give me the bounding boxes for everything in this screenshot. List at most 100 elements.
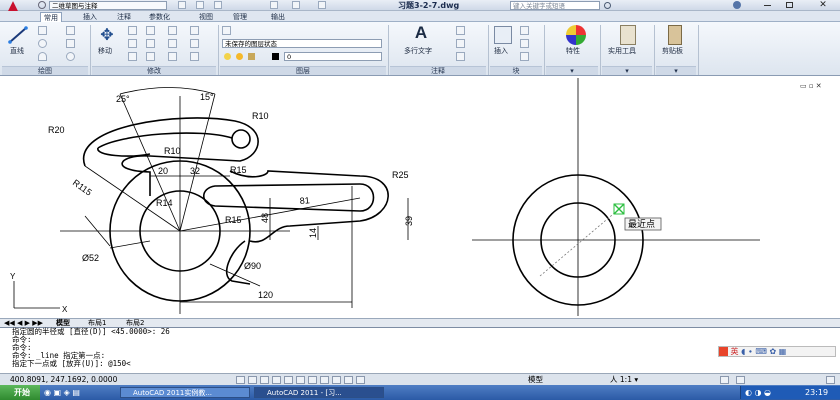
tray-icons[interactable]: ◐ ◑ ◒ — [745, 387, 771, 398]
lock-icon[interactable] — [248, 53, 255, 60]
utilities-panel-arrow[interactable]: ▾ — [602, 66, 652, 75]
tab-output[interactable]: 输出 — [268, 12, 288, 22]
tab-manage[interactable]: 管理 — [230, 12, 250, 22]
erase-icon[interactable] — [168, 52, 177, 61]
insert-label[interactable]: 插入 — [494, 46, 508, 56]
properties-label[interactable]: 特性 — [566, 46, 580, 56]
lightbulb-icon[interactable] — [224, 53, 231, 60]
text-style-icon[interactable] — [456, 26, 465, 35]
tab-layout1[interactable]: 布局1 — [88, 319, 106, 327]
help-icon[interactable] — [733, 1, 741, 9]
draw-panel-label[interactable]: 绘图 — [2, 66, 88, 75]
move-icon[interactable]: ✥ — [98, 26, 116, 44]
tab-insert[interactable]: 插入 — [80, 12, 100, 22]
layer-properties-icon[interactable] — [222, 26, 231, 35]
properties-panel-arrow[interactable]: ▾ — [546, 66, 598, 75]
plot-icon[interactable] — [318, 1, 326, 9]
workspace-dropdown[interactable]: 二维草图与注释 — [49, 1, 167, 10]
tab-layout2[interactable]: 布局2 — [126, 319, 144, 327]
start-button[interactable]: 开始 — [0, 385, 40, 400]
command-window[interactable]: 指定圆的半径或 [直径(D)] <45.0000>: 26 命令: 命令: 命令… — [0, 327, 840, 373]
rotate-icon[interactable] — [128, 26, 137, 35]
polyline-icon[interactable] — [38, 26, 47, 35]
clipboard-label[interactable]: 剪贴板 — [662, 46, 683, 56]
offset-icon[interactable] — [190, 39, 199, 48]
undo-icon[interactable] — [270, 1, 278, 9]
sc-toggle[interactable] — [356, 376, 365, 384]
minimize-button[interactable] — [764, 5, 771, 6]
search-input[interactable]: 键入关键字或短语 — [510, 1, 600, 10]
clipboard-panel-arrow[interactable]: ▾ — [656, 66, 696, 75]
ortho-toggle[interactable] — [260, 376, 269, 384]
tab-nav-icons[interactable]: ◀◀ ◀ ▶ ▶▶ — [4, 319, 43, 327]
quick-access-icons[interactable] — [172, 1, 342, 9]
hatch-icon[interactable] — [66, 39, 75, 48]
copy-icon[interactable] — [128, 39, 137, 48]
ime-logo-icon[interactable] — [719, 347, 728, 356]
tab-annotate[interactable]: 注释 — [114, 12, 134, 22]
dyn-toggle[interactable] — [320, 376, 329, 384]
open-icon[interactable] — [196, 1, 204, 9]
mtext-icon[interactable]: A — [412, 24, 430, 42]
leader-icon[interactable] — [456, 52, 465, 61]
search-icon[interactable] — [604, 2, 611, 9]
mtext-label[interactable]: 多行文字 — [404, 46, 432, 56]
block-panel-label[interactable]: 块 — [490, 66, 542, 75]
tab-parametric[interactable]: 参数化 — [146, 12, 173, 22]
drawing-canvas[interactable]: ▭ ▫ ✕ 最近点 25° 15° R10 R20 R10 R115 20 32… — [0, 76, 840, 318]
ime-extra-icons[interactable]: ◖ ∙ ⌨ ✿ ▦ — [741, 347, 786, 356]
utilities-label[interactable]: 实用工具 — [608, 46, 636, 56]
lwt-toggle[interactable] — [332, 376, 341, 384]
close-button[interactable]: ✕ — [808, 0, 838, 10]
create-block-icon[interactable] — [520, 26, 529, 35]
tab-view[interactable]: 视图 — [196, 12, 216, 22]
grid-toggle[interactable] — [248, 376, 257, 384]
dimension-icon[interactable] — [456, 39, 465, 48]
mirror-icon[interactable] — [146, 26, 155, 35]
otrack-toggle[interactable] — [296, 376, 305, 384]
layers-panel-label[interactable]: 图层 — [220, 66, 386, 75]
fillet-icon[interactable] — [146, 39, 155, 48]
stretch-icon[interactable] — [128, 52, 137, 61]
circle-icon[interactable] — [38, 39, 47, 48]
tab-home[interactable]: 常用 — [40, 12, 62, 22]
quick-launch-icons[interactable]: ◉ ▣ ◈ ▤ — [44, 388, 104, 397]
trim-icon[interactable] — [168, 26, 177, 35]
drawing-svg[interactable]: 最近点 25° 15° R10 R20 R10 R115 20 32 R15 R… — [0, 76, 840, 318]
ducs-toggle[interactable] — [308, 376, 317, 384]
edit-block-icon[interactable] — [520, 39, 529, 48]
ime-mode[interactable]: 英 — [731, 347, 739, 356]
clean-screen-icon[interactable] — [826, 376, 835, 384]
annotation-scale[interactable]: 人 1:1 ▾ — [610, 375, 638, 385]
new-icon[interactable] — [178, 1, 186, 9]
rectangle-icon[interactable] — [66, 26, 75, 35]
utilities-icon[interactable] — [620, 25, 636, 45]
redo-icon[interactable] — [292, 1, 300, 9]
workspace-switch-icon[interactable] — [720, 376, 729, 384]
restore-button[interactable] — [786, 2, 793, 8]
modify-panel-label[interactable]: 修改 — [92, 66, 216, 75]
layer-state-dropdown[interactable]: 未保存的图层状态 — [222, 39, 382, 48]
scale-icon[interactable] — [146, 52, 155, 61]
qp-toggle[interactable] — [344, 376, 353, 384]
insert-block-icon[interactable] — [494, 26, 512, 44]
join-icon[interactable] — [190, 52, 199, 61]
taskbar-item-autocad[interactable]: AutoCAD 2011 - [习... — [254, 387, 384, 398]
attribute-icon[interactable] — [520, 52, 529, 61]
line-tool-icon[interactable] — [8, 26, 28, 44]
taskbar-item-doc[interactable]: AutoCAD 2011实例教... — [120, 387, 250, 398]
annotation-panel-label[interactable]: 注释 — [390, 66, 486, 75]
save-icon[interactable] — [214, 1, 222, 9]
clipboard-icon[interactable] — [668, 25, 682, 45]
line-tool-label[interactable]: 直线 — [10, 46, 24, 56]
arc-icon[interactable] — [38, 52, 47, 61]
ellipse-icon[interactable] — [66, 52, 75, 61]
explode-icon[interactable] — [190, 26, 199, 35]
tab-model[interactable]: 模型 — [56, 319, 70, 327]
model-space-label[interactable]: 模型 — [528, 375, 543, 385]
osnap-toggle[interactable] — [284, 376, 293, 384]
polar-toggle[interactable] — [272, 376, 281, 384]
viewport-controls[interactable]: ▭ ▫ ✕ — [800, 82, 830, 90]
properties-icon[interactable] — [566, 25, 586, 45]
command-input[interactable]: 指定下一点或 [放弃(U)]: @150< — [12, 360, 840, 368]
